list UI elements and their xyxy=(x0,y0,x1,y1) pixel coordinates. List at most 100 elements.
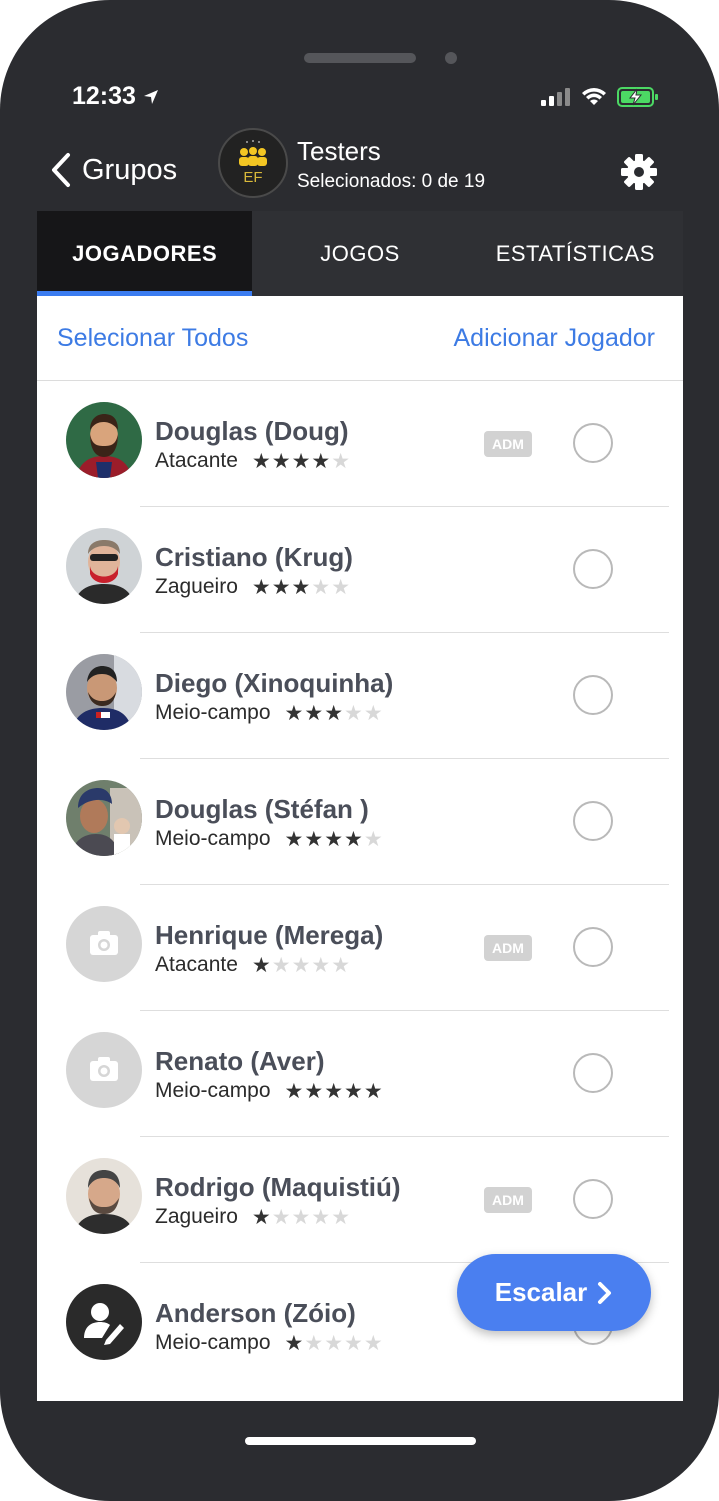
avatar xyxy=(66,780,142,856)
select-radio[interactable] xyxy=(573,1179,613,1219)
star-empty-icon: ★ xyxy=(363,1331,383,1355)
rating-stars: ★ ★ ★ ★ ★ xyxy=(252,451,350,472)
player-row[interactable]: Cristiano (Krug) Zagueiro ★ ★ ★ ★ ★ xyxy=(37,507,683,633)
gear-icon[interactable] xyxy=(620,153,658,191)
player-list: Douglas (Doug) Atacante ★ ★ ★ ★ ★ ADM Cr… xyxy=(37,381,683,1389)
chevron-left-icon xyxy=(52,153,70,187)
star-filled-icon: ★ xyxy=(251,1205,271,1229)
star-filled-icon: ★ xyxy=(284,1331,304,1355)
group-subtitle: Selecionados: 0 de 19 xyxy=(297,171,486,192)
nav-bar: Grupos EF Testers Selecionados: 0 de 19 xyxy=(0,120,719,210)
star-filled-icon: ★ xyxy=(251,575,271,599)
group-title: Testers xyxy=(297,136,381,166)
rating-stars: ★ ★ ★ ★ ★ xyxy=(285,703,383,724)
device-frame: 12:33 Grupos EF Testers Selecionados: 0 … xyxy=(0,0,719,1501)
star-empty-icon: ★ xyxy=(331,1205,351,1229)
chevron-right-icon xyxy=(598,1281,612,1304)
star-filled-icon: ★ xyxy=(363,1079,383,1103)
player-position: Meio-campo xyxy=(155,701,271,724)
tab-estatisticas[interactable]: ESTATÍSTICAS xyxy=(468,211,683,296)
player-row[interactable]: Renato (Aver) Meio-campo ★ ★ ★ ★ ★ xyxy=(37,1011,683,1137)
select-all-button[interactable]: Selecionar Todos xyxy=(57,324,248,353)
star-empty-icon: ★ xyxy=(271,953,291,977)
star-filled-icon: ★ xyxy=(304,827,324,851)
adm-badge: ADM xyxy=(484,935,532,961)
rating-stars: ★ ★ ★ ★ ★ xyxy=(285,1333,383,1354)
player-row[interactable]: Douglas (Doug) Atacante ★ ★ ★ ★ ★ ADM xyxy=(37,381,683,507)
star-filled-icon: ★ xyxy=(251,449,271,473)
escalar-button[interactable]: Escalar xyxy=(457,1254,651,1331)
back-label: Grupos xyxy=(82,153,178,186)
select-radio[interactable] xyxy=(573,423,613,463)
player-position: Atacante xyxy=(155,953,238,976)
player-position: Meio-campo xyxy=(155,1331,271,1354)
player-meta: Meio-campo ★ ★ ★ ★ ★ xyxy=(155,1331,383,1355)
tab-jogadores[interactable]: JOGADORES xyxy=(37,211,253,296)
player-meta: Meio-campo ★ ★ ★ ★ ★ xyxy=(155,827,383,851)
player-meta: Atacante ★ ★ ★ ★ ★ xyxy=(155,449,350,473)
player-name: Cristiano (Krug) xyxy=(155,542,353,572)
group-logo-text: EF xyxy=(243,169,262,186)
home-indicator xyxy=(245,1437,476,1445)
star-filled-icon: ★ xyxy=(324,827,344,851)
player-row[interactable]: Henrique (Merega) Atacante ★ ★ ★ ★ ★ ADM xyxy=(37,885,683,1011)
tab-bar: JOGADORES JOGOS ESTATÍSTICAS xyxy=(37,211,683,296)
adm-badge: ADM xyxy=(484,1187,532,1213)
player-name: Douglas (Stéfan ) xyxy=(155,794,369,824)
location-arrow-icon xyxy=(143,89,158,104)
player-position: Zagueiro xyxy=(155,1205,238,1228)
star-empty-icon: ★ xyxy=(291,1205,311,1229)
player-name: Renato (Aver) xyxy=(155,1046,325,1076)
player-row[interactable]: Diego (Xinoquinha) Meio-campo ★ ★ ★ ★ ★ xyxy=(37,633,683,759)
select-radio[interactable] xyxy=(573,801,613,841)
star-filled-icon: ★ xyxy=(284,1079,304,1103)
player-row[interactable]: Douglas (Stéfan ) Meio-campo ★ ★ ★ ★ ★ xyxy=(37,759,683,885)
star-filled-icon: ★ xyxy=(284,701,304,725)
back-button[interactable]: Grupos xyxy=(50,152,177,188)
star-filled-icon: ★ xyxy=(304,701,324,725)
select-radio[interactable] xyxy=(573,549,613,589)
star-empty-icon: ★ xyxy=(344,701,363,725)
player-name: Douglas (Doug) xyxy=(155,416,349,446)
star-filled-icon: ★ xyxy=(271,575,291,599)
tab-jogos[interactable]: JOGOS xyxy=(252,211,467,296)
select-radio[interactable] xyxy=(573,675,613,715)
rating-stars: ★ ★ ★ ★ ★ xyxy=(252,955,350,976)
avatar xyxy=(66,1284,142,1360)
add-player-button[interactable]: Adicionar Jogador xyxy=(453,324,655,353)
player-meta: Zagueiro ★ ★ ★ ★ ★ xyxy=(155,575,350,599)
star-empty-icon: ★ xyxy=(324,1331,344,1355)
star-empty-icon: ★ xyxy=(271,1205,291,1229)
star-filled-icon: ★ xyxy=(291,449,311,473)
status-time: 12:33 xyxy=(72,82,160,111)
avatar xyxy=(66,402,142,478)
players-panel: Selecionar Todos Adicionar Jogador Dougl… xyxy=(37,296,683,1401)
player-name: Diego (Xinoquinha) xyxy=(155,668,394,698)
avatar xyxy=(66,528,142,604)
player-position: Zagueiro xyxy=(155,575,238,598)
select-radio[interactable] xyxy=(573,1053,613,1093)
wifi-icon xyxy=(582,88,606,105)
star-filled-icon: ★ xyxy=(344,1079,363,1103)
star-empty-icon: ★ xyxy=(311,1205,331,1229)
player-meta: Atacante ★ ★ ★ ★ ★ xyxy=(155,953,350,977)
star-empty-icon: ★ xyxy=(331,953,351,977)
star-filled-icon: ★ xyxy=(251,953,271,977)
star-empty-icon: ★ xyxy=(311,953,331,977)
front-camera xyxy=(445,52,457,64)
list-actions: Selecionar Todos Adicionar Jogador xyxy=(37,296,683,381)
star-filled-icon: ★ xyxy=(304,1079,324,1103)
player-row[interactable]: Rodrigo (Maquistiú) Zagueiro ★ ★ ★ ★ ★ ADM xyxy=(37,1137,683,1263)
star-empty-icon: ★ xyxy=(331,575,351,599)
rating-stars: ★ ★ ★ ★ ★ xyxy=(252,1207,350,1228)
avatar xyxy=(66,1158,142,1234)
group-logo[interactable]: EF xyxy=(218,128,288,198)
star-empty-icon: ★ xyxy=(291,953,311,977)
star-filled-icon: ★ xyxy=(324,701,344,725)
player-position: Meio-campo xyxy=(155,827,271,850)
star-empty-icon: ★ xyxy=(331,449,351,473)
player-meta: Zagueiro ★ ★ ★ ★ ★ xyxy=(155,1205,350,1229)
star-filled-icon: ★ xyxy=(271,449,291,473)
select-radio[interactable] xyxy=(573,927,613,967)
star-filled-icon: ★ xyxy=(344,827,363,851)
